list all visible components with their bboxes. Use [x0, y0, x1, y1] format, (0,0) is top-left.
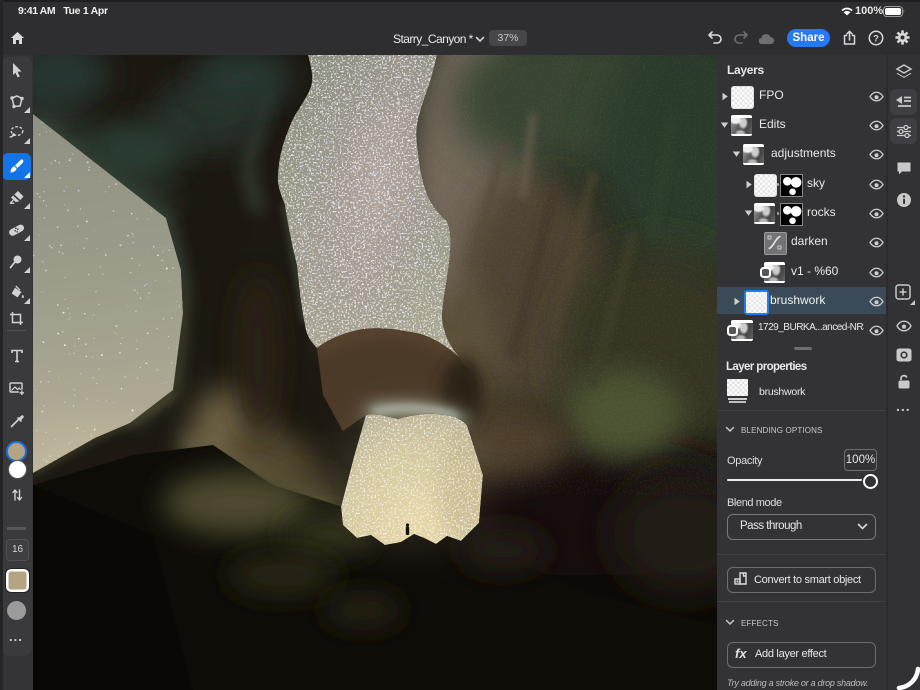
- svg-text:?: ?: [873, 33, 879, 44]
